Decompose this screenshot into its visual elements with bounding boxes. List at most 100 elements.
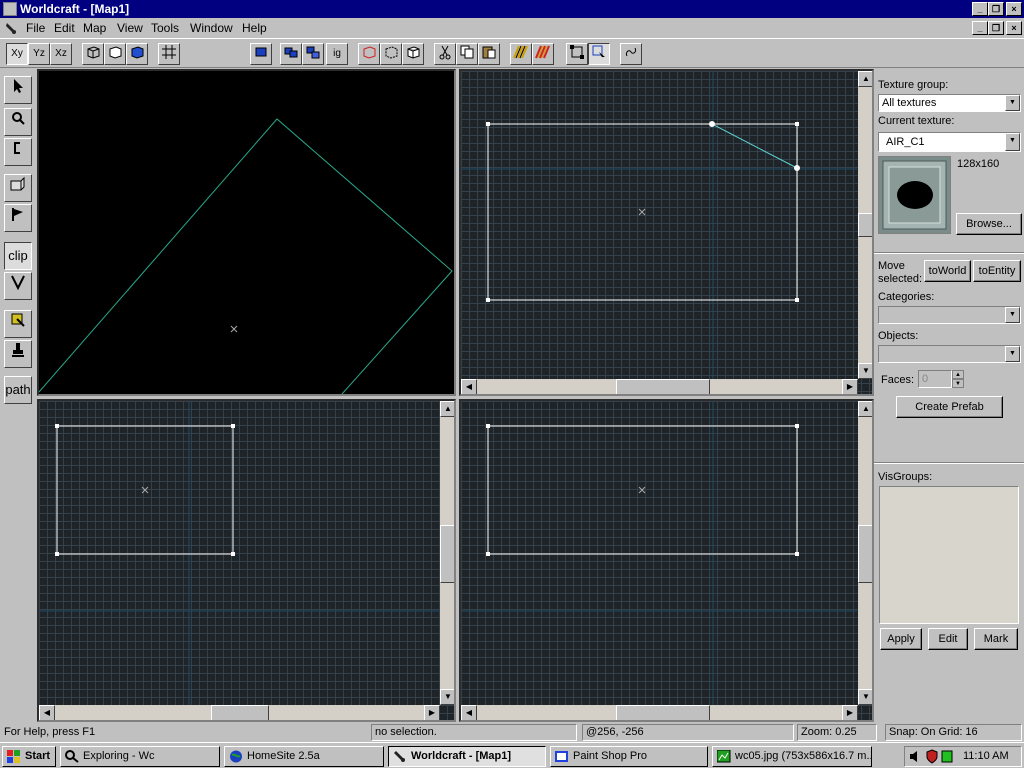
document-icon[interactable] <box>4 21 18 35</box>
child-minimize-button[interactable]: _ <box>972 21 988 35</box>
task-exploring[interactable]: Exploring - Wc <box>60 746 220 767</box>
start-button[interactable]: Start <box>2 746 56 767</box>
ignore-groups-button[interactable]: ig <box>326 43 348 65</box>
texture-group-select[interactable]: All textures ▼ <box>878 94 1021 112</box>
apply-button[interactable]: Apply <box>880 628 922 650</box>
top-view-vertical-scrollbar[interactable]: ▲ ▼ <box>858 71 872 379</box>
shield-icon[interactable] <box>926 749 938 764</box>
scroll-thumb[interactable] <box>211 705 269 720</box>
scroll-down-arrow[interactable]: ▼ <box>440 689 454 705</box>
menu-view[interactable]: View <box>117 21 143 35</box>
menu-edit[interactable]: Edit <box>54 21 75 35</box>
faces-field[interactable]: 0 <box>918 370 952 388</box>
entity-tool[interactable] <box>4 174 32 202</box>
chevron-down-icon[interactable]: ▼ <box>1005 346 1020 362</box>
cut-button[interactable] <box>434 43 456 65</box>
clip-tool[interactable]: clip <box>4 242 32 270</box>
visgroups-list[interactable] <box>879 486 1019 624</box>
view-xz-button[interactable]: Xz <box>50 43 72 65</box>
scroll-thumb[interactable] <box>858 525 872 583</box>
menu-map[interactable]: Map <box>83 21 106 35</box>
block-tool[interactable] <box>4 204 32 232</box>
front-view-horizontal-scrollbar[interactable]: ◀ ▶ <box>39 705 440 720</box>
solid-button[interactable] <box>402 43 424 65</box>
select-by-handles-button[interactable] <box>588 43 610 65</box>
selection-tool[interactable] <box>4 76 32 104</box>
create-prefab-button[interactable]: Create Prefab <box>896 396 1003 418</box>
child-restore-button[interactable]: ❐ <box>988 21 1004 35</box>
front-view[interactable]: ▲ ▼ ◀ ▶ <box>37 399 456 722</box>
camera-3d-view[interactable] <box>37 69 456 396</box>
scroll-left-arrow[interactable]: ◀ <box>39 705 55 720</box>
texture-application-tool[interactable] <box>4 310 32 338</box>
maximize-button[interactable]: ❐ <box>988 2 1004 16</box>
stepper-down-icon[interactable]: ▼ <box>952 379 964 388</box>
side-view-vertical-scrollbar[interactable]: ▲ ▼ <box>858 401 872 705</box>
run-map-button[interactable] <box>620 43 642 65</box>
front-view-vertical-scrollbar[interactable]: ▲ ▼ <box>440 401 454 705</box>
select-handles-button[interactable] <box>566 43 588 65</box>
top-view-horizontal-scrollbar[interactable]: ◀ ▶ <box>461 379 858 394</box>
scroll-left-arrow[interactable]: ◀ <box>461 379 477 394</box>
task-homesite[interactable]: HomeSite 2.5a <box>224 746 384 767</box>
vertex-tool[interactable] <box>4 272 32 300</box>
chevron-down-icon[interactable]: ▼ <box>1005 133 1020 151</box>
carve-button[interactable] <box>358 43 380 65</box>
edit-button[interactable]: Edit <box>928 628 968 650</box>
hide-unselected-button[interactable] <box>302 43 324 65</box>
child-close-button[interactable]: × <box>1006 21 1022 35</box>
view-xy-button[interactable]: Xy <box>6 43 28 65</box>
task-image-file[interactable]: wc05.jpg (753x586x16.7 m... <box>712 746 872 767</box>
current-texture-select[interactable]: AIR_C1 ▼ <box>878 132 1021 152</box>
network-icon[interactable] <box>941 750 953 763</box>
textured-view-button[interactable] <box>126 43 148 65</box>
grid-toggle-button[interactable] <box>158 43 180 65</box>
scroll-right-arrow[interactable]: ▶ <box>842 705 858 720</box>
to-world-button[interactable]: toWorld <box>924 260 971 282</box>
scroll-thumb[interactable] <box>616 379 710 394</box>
scroll-down-arrow[interactable]: ▼ <box>858 689 872 705</box>
group-button[interactable] <box>250 43 272 65</box>
side-view-horizontal-scrollbar[interactable]: ◀ ▶ <box>461 705 858 720</box>
path-tool[interactable]: path <box>4 376 32 404</box>
texture-lock-button[interactable] <box>510 43 532 65</box>
texture-apply-button[interactable] <box>532 43 554 65</box>
view-yz-button[interactable]: Yz <box>28 43 50 65</box>
categories-select[interactable]: ▼ <box>878 306 1021 324</box>
task-worldcraft[interactable]: Worldcraft - [Map1] <box>388 746 546 767</box>
scroll-right-arrow[interactable]: ▶ <box>842 379 858 394</box>
copy-button[interactable] <box>456 43 478 65</box>
app-icon[interactable] <box>3 2 17 16</box>
wireframe-view-button[interactable] <box>82 43 104 65</box>
side-view[interactable]: ▲ ▼ ◀ ▶ <box>459 399 874 722</box>
stepper-up-icon[interactable]: ▲ <box>952 370 964 379</box>
paste-button[interactable] <box>478 43 500 65</box>
browse-button[interactable]: Browse... <box>956 213 1022 235</box>
scroll-thumb[interactable] <box>616 705 710 720</box>
menu-tools[interactable]: Tools <box>151 21 179 35</box>
close-button[interactable]: × <box>1006 2 1022 16</box>
task-paint-shop-pro[interactable]: Paint Shop Pro <box>550 746 708 767</box>
scroll-up-arrow[interactable]: ▲ <box>858 401 872 417</box>
menu-file[interactable]: File <box>26 21 45 35</box>
decal-tool[interactable] <box>4 340 32 368</box>
speaker-icon[interactable] <box>909 750 923 763</box>
menu-window[interactable]: Window <box>190 21 233 35</box>
objects-select[interactable]: ▼ <box>878 345 1021 363</box>
to-entity-button[interactable]: toEntity <box>973 260 1021 282</box>
scroll-thumb[interactable] <box>858 213 872 237</box>
scroll-thumb[interactable] <box>440 525 454 583</box>
scroll-right-arrow[interactable]: ▶ <box>424 705 440 720</box>
scroll-left-arrow[interactable]: ◀ <box>461 705 477 720</box>
scroll-up-arrow[interactable]: ▲ <box>858 71 872 87</box>
scroll-up-arrow[interactable]: ▲ <box>440 401 454 417</box>
minimize-button[interactable]: _ <box>972 2 988 16</box>
mark-button[interactable]: Mark <box>974 628 1018 650</box>
hollow-button[interactable] <box>380 43 402 65</box>
chevron-down-icon[interactable]: ▼ <box>1005 307 1020 323</box>
hide-selected-button[interactable] <box>280 43 302 65</box>
top-view[interactable]: ▲ ▼ ◀ ▶ <box>459 69 874 396</box>
flat-view-button[interactable] <box>104 43 126 65</box>
scroll-down-arrow[interactable]: ▼ <box>858 363 872 379</box>
magnify-tool[interactable] <box>4 108 32 136</box>
